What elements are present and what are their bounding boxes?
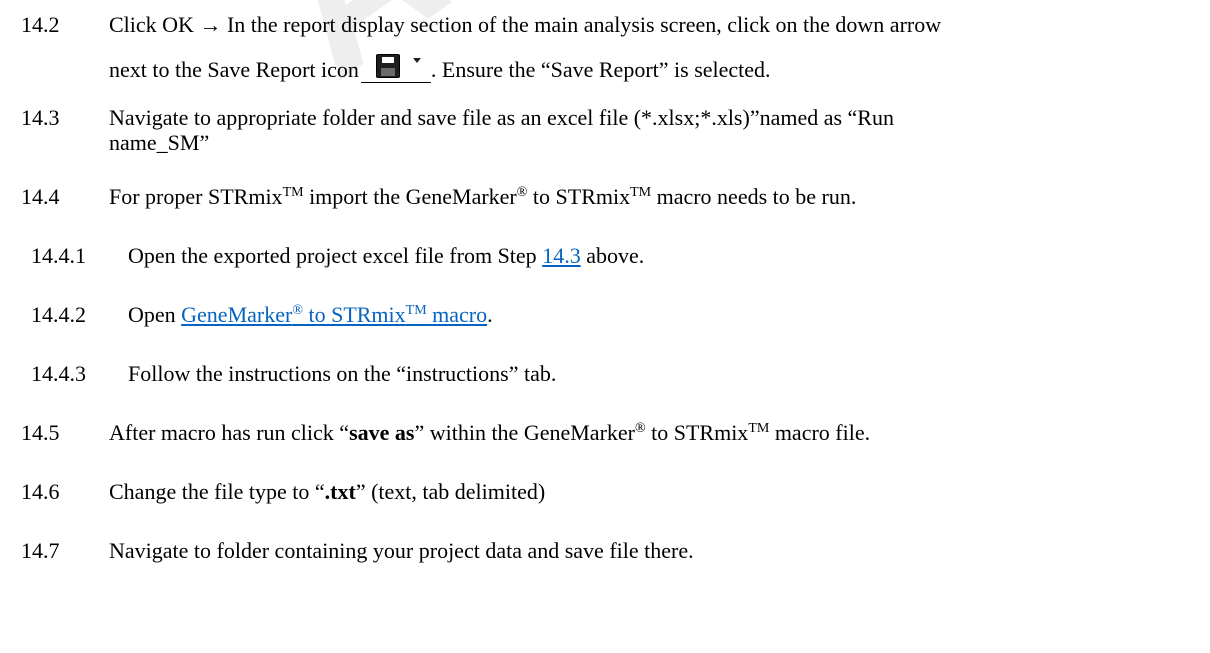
floppy-disk-icon xyxy=(375,54,400,78)
step-14-7: 14.7 Navigate to folder containing your … xyxy=(21,538,1201,564)
step-text: Follow the instructions on the “instruct… xyxy=(128,361,557,386)
step-text-part: . Ensure the “Save Report” is selected. xyxy=(430,57,771,82)
step-14-3-link[interactable]: 14.3 xyxy=(542,243,581,268)
step-text: Navigate to appropriate folder and save … xyxy=(109,105,894,130)
step-number: 14.3 xyxy=(21,105,60,130)
step-14-4-1: 14.4.1 Open the exported project excel f… xyxy=(31,243,1201,269)
step-14-4-3: 14.4.3 Follow the instructions on the “i… xyxy=(31,361,1201,387)
step-14-6: 14.6 Change the file type to “.txt” (tex… xyxy=(21,479,1201,505)
step-text: Navigate to folder containing your proje… xyxy=(109,538,694,563)
step-text: Open GeneMarker® to STRmixTM macro. xyxy=(128,302,493,327)
chevron-down-icon[interactable] xyxy=(412,58,421,63)
step-14-4-2: 14.4.2 Open GeneMarker® to STRmixTM macr… xyxy=(31,302,1201,328)
step-number: 14.4.1 xyxy=(31,243,86,268)
document-page: ARC 14.2 Click OK → In the report displa… xyxy=(0,0,1210,653)
save-report-icon[interactable] xyxy=(360,52,431,83)
step-text: For proper STRmixTM import the GeneMarke… xyxy=(109,184,857,209)
step-text: Click OK → In the report display section… xyxy=(109,12,942,37)
step-number: 14.6 xyxy=(21,479,60,504)
genemarker-macro-link[interactable]: GeneMarker® to STRmixTM macro xyxy=(181,302,487,327)
step-text-part: next to the Save Report icon xyxy=(109,57,359,82)
step-14-4: 14.4 For proper STRmixTM import the Gene… xyxy=(21,184,1201,210)
step-14-2: 14.2 Click OK → In the report display se… xyxy=(21,12,1201,38)
step-14-5: 14.5 After macro has run click “save as”… xyxy=(21,420,1201,446)
step-number: 14.2 xyxy=(21,12,60,37)
step-number: 14.7 xyxy=(21,538,60,563)
step-number: 14.4 xyxy=(21,184,60,209)
step-text: After macro has run click “save as” with… xyxy=(109,420,871,445)
step-14-3-continued: name_SM” xyxy=(109,130,210,155)
step-14-2-continued: next to the Save Report icon . Ensure the… xyxy=(109,52,771,84)
step-number: 14.5 xyxy=(21,420,60,445)
step-number: 14.4.2 xyxy=(31,302,86,327)
step-number: 14.4.3 xyxy=(31,361,86,386)
step-text: Change the file type to “.txt” (text, ta… xyxy=(109,479,546,504)
step-text: Open the exported project excel file fro… xyxy=(128,243,645,268)
step-14-3: 14.3 Navigate to appropriate folder and … xyxy=(21,105,1201,131)
